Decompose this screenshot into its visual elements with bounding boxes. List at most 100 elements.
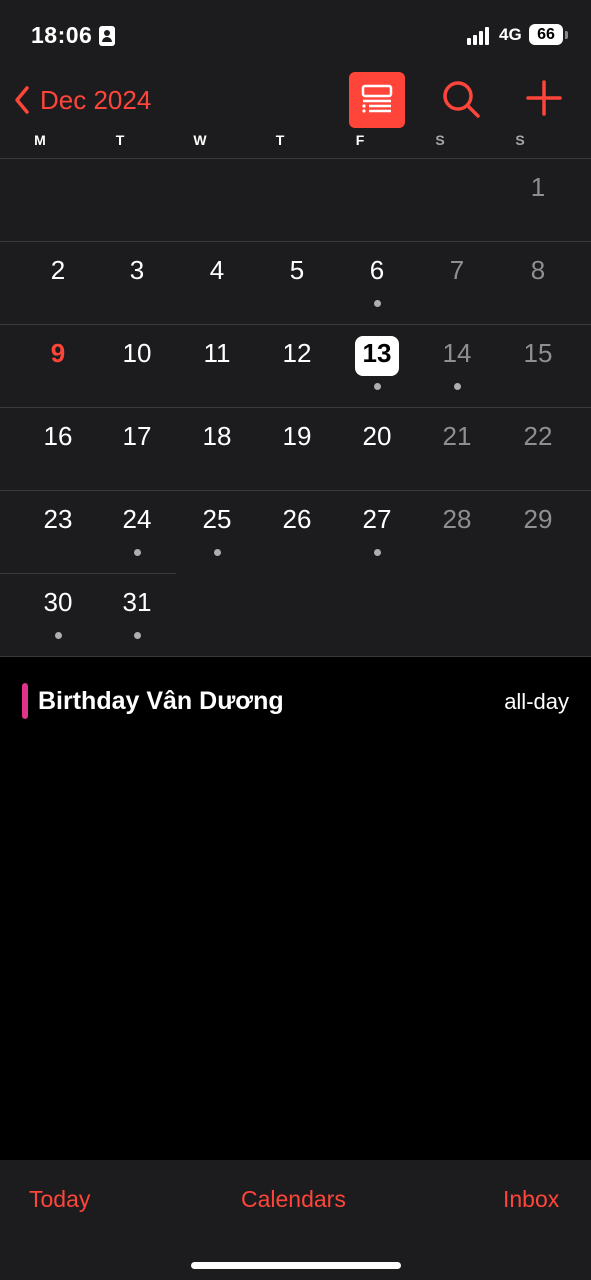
plus-icon — [526, 80, 562, 116]
calendars-button[interactable]: Calendars — [241, 1186, 346, 1213]
battery-icon: 66 — [529, 24, 563, 45]
day-number: 10 — [122, 338, 152, 368]
day-number: 9 — [50, 338, 66, 368]
day-number: 29 — [523, 504, 553, 534]
search-icon — [443, 81, 480, 118]
day-number: 4 — [209, 255, 225, 285]
month-grid: 1 2 3 4 5 6 7 8 9 10 11 12 13 14 15 16 17 18 19 20 21 22 23 24 2… — [0, 158, 591, 657]
day-cell[interactable]: 9 — [18, 324, 98, 407]
day-number: 31 — [122, 587, 152, 617]
day-cell[interactable]: 12 — [257, 324, 337, 407]
day-cell[interactable]: 6 — [337, 241, 417, 324]
back-label: Dec 2024 — [40, 84, 152, 115]
day-cell[interactable]: 22 — [498, 407, 578, 490]
event-item[interactable]: Birthday Vân Dương all-day — [0, 679, 591, 723]
day-number: 3 — [129, 255, 145, 285]
weekday-label: T — [275, 132, 285, 148]
status-bar: 18:06 4G 66 — [0, 0, 591, 70]
day-cell[interactable]: 27 — [337, 490, 417, 573]
day-cell[interactable]: 10 — [97, 324, 177, 407]
day-number: 22 — [523, 421, 553, 451]
day-cell[interactable]: 7 — [417, 241, 497, 324]
day-cell[interactable]: 14 — [417, 324, 497, 407]
day-cell[interactable]: 21 — [417, 407, 497, 490]
day-number: 11 — [203, 338, 231, 368]
event-indicator-dot — [374, 383, 381, 390]
day-number: 13 — [362, 338, 392, 368]
weekday-label: M — [34, 132, 46, 148]
day-cell[interactable]: 20 — [337, 407, 417, 490]
day-cell[interactable]: 5 — [257, 241, 337, 324]
day-cell[interactable]: 30 — [18, 573, 98, 656]
day-cell[interactable]: 1 — [498, 158, 578, 241]
day-number: 14 — [442, 338, 472, 368]
day-cell[interactable]: 4 — [177, 241, 257, 324]
header-area: 18:06 4G 66 Dec 2024 M T W T F S S — [0, 0, 591, 158]
day-cell[interactable]: 2 — [18, 241, 98, 324]
day-cell[interactable]: 25 — [177, 490, 257, 573]
day-cell[interactable]: 15 — [498, 324, 578, 407]
today-button[interactable]: Today — [29, 1186, 90, 1213]
day-cell[interactable]: 3 — [97, 241, 177, 324]
day-number: 23 — [43, 504, 73, 534]
day-cell[interactable]: 31 — [97, 573, 177, 656]
day-number: 25 — [202, 504, 232, 534]
event-indicator-dot — [134, 632, 141, 639]
day-number: 19 — [282, 421, 312, 451]
weekday-label: S — [515, 132, 525, 148]
day-number: 20 — [362, 421, 392, 451]
event-indicator-dot — [374, 549, 381, 556]
day-cell[interactable]: 18 — [177, 407, 257, 490]
event-indicator-dot — [55, 632, 62, 639]
day-number: 26 — [282, 504, 312, 534]
contact-card-icon — [99, 26, 115, 46]
weekday-header: M T W T F S S — [0, 132, 591, 154]
add-event-button[interactable] — [524, 78, 564, 118]
event-list: Birthday Vân Dương all-day — [0, 657, 591, 1160]
day-cell[interactable]: 13 — [337, 324, 417, 407]
search-button[interactable] — [440, 78, 482, 120]
day-cell[interactable]: 26 — [257, 490, 337, 573]
weekday-label: T — [115, 132, 125, 148]
day-cell[interactable]: 23 — [18, 490, 98, 573]
battery-tip — [565, 31, 568, 39]
day-number: 21 — [442, 421, 472, 451]
signal-icon — [467, 27, 491, 45]
day-number: 24 — [122, 504, 152, 534]
day-cell[interactable]: 29 — [498, 490, 578, 573]
home-indicator — [191, 1262, 401, 1269]
calendar-screen: 18:06 4G 66 Dec 2024 M T W T F S S 1 2 3… — [0, 0, 591, 1280]
day-number: 6 — [369, 255, 385, 285]
day-cell[interactable]: 11 — [177, 324, 257, 407]
day-number: 16 — [43, 421, 73, 451]
chevron-left-icon — [15, 86, 29, 114]
day-number: 18 — [202, 421, 232, 451]
day-number: 30 — [43, 587, 73, 617]
event-indicator-dot — [214, 549, 221, 556]
calendar-color-bar — [22, 683, 28, 719]
day-cell[interactable]: 8 — [498, 241, 578, 324]
day-cell[interactable]: 28 — [417, 490, 497, 573]
day-number: 28 — [442, 504, 472, 534]
weekday-label: S — [435, 132, 445, 148]
navigation-bar: Dec 2024 — [0, 70, 591, 130]
back-button[interactable]: Dec 2024 — [14, 80, 151, 120]
weekday-label: W — [193, 132, 207, 148]
day-cell[interactable]: 17 — [97, 407, 177, 490]
day-number: 5 — [289, 255, 305, 285]
day-cell[interactable]: 19 — [257, 407, 337, 490]
day-number: 8 — [530, 255, 546, 285]
day-number: 17 — [122, 421, 152, 451]
day-number: 12 — [282, 338, 312, 368]
weekday-label: F — [355, 132, 365, 148]
day-number: 2 — [50, 255, 66, 285]
inbox-button[interactable]: Inbox — [503, 1186, 559, 1213]
list-view-button[interactable] — [349, 72, 405, 128]
day-number: 15 — [523, 338, 553, 368]
day-number: 1 — [530, 172, 546, 202]
event-title: Birthday Vân Dương — [38, 687, 284, 715]
event-time: all-day — [504, 689, 569, 714]
day-cell[interactable]: 16 — [18, 407, 98, 490]
day-cell[interactable]: 24 — [97, 490, 177, 573]
day-number: 27 — [362, 504, 392, 534]
